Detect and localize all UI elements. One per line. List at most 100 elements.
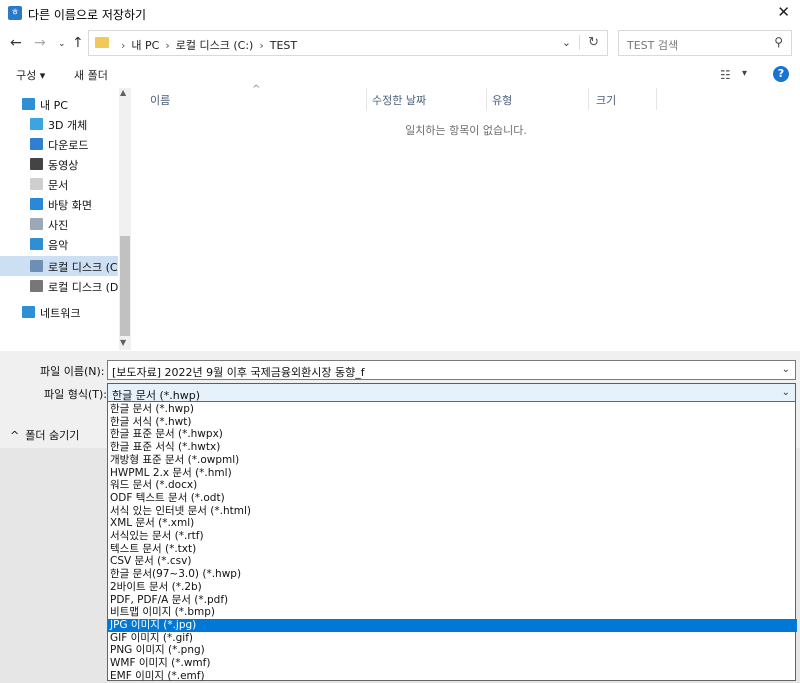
sidebar-item[interactable]: 문서 [0, 174, 118, 194]
sort-ascending-icon: ^ [252, 84, 261, 95]
filetype-option[interactable]: 2바이트 문서 (*.2b) [108, 581, 797, 594]
folder-icon [95, 37, 109, 48]
filetype-option[interactable]: HWPML 2.x 문서 (*.hml) [108, 467, 797, 480]
hwp-app-icon: ㅎ [8, 6, 22, 20]
organize-button[interactable]: 구성 ▾ [16, 67, 45, 83]
column-header-date[interactable]: 수정한 날짜 [372, 92, 426, 108]
hide-folders-button[interactable]: ^ 폴더 숨기기 [10, 427, 79, 443]
search-input[interactable]: TEST 검색 [627, 37, 678, 53]
filetype-select[interactable]: 한글 문서 (*.hwp) ⌄ [107, 383, 796, 403]
recent-locations-chevron-icon[interactable]: ⌄ [58, 39, 66, 49]
filetype-option[interactable]: 한글 표준 서식 (*.hwtx) [108, 441, 797, 454]
sidebar-item[interactable]: 로컬 디스크 (C:) [0, 256, 118, 276]
filetype-option[interactable]: 텍스트 문서 (*.txt) [108, 543, 797, 556]
filetype-option[interactable]: PDF, PDF/A 문서 (*.pdf) [108, 594, 797, 607]
filetype-option[interactable]: 워드 문서 (*.docx) [108, 479, 797, 492]
filetype-option[interactable]: EMF 이미지 (*.emf) [108, 670, 797, 683]
column-header-type[interactable]: 유형 [492, 92, 512, 108]
scrollbar-thumb[interactable] [120, 236, 130, 336]
title-bar: ㅎ 다른 이름으로 저장하기 ✕ [0, 0, 800, 26]
filename-field[interactable]: [보도자료] 2022년 9월 이후 국제금융외환시장 동향_f ⌄ [107, 360, 796, 380]
column-divider[interactable] [588, 88, 589, 110]
sidebar-item[interactable]: 로컬 디스크 (D:) [0, 276, 118, 296]
window-title: 다른 이름으로 저장하기 [28, 8, 147, 22]
filetype-dropdown-list: 한글 문서 (*.hwp) 한글 서식 (*.hwt) 한글 표준 문서 (*.hw… [107, 401, 797, 683]
sidebar-item-label: 바탕 화면 [48, 199, 92, 212]
sidebar-item-label: 로컬 디스크 (D:) [48, 281, 118, 294]
help-icon[interactable]: ? [773, 66, 789, 82]
breadcrumb-separator: › [259, 39, 264, 52]
breadcrumb-item-drive-c[interactable]: 로컬 디스크 (C:) [176, 39, 254, 52]
filetype-option[interactable]: 한글 문서(97~3.0) (*.hwp) [108, 568, 797, 581]
sidebar-item[interactable]: 내 PC [0, 94, 118, 114]
filetype-option[interactable]: 비트맵 이미지 (*.bmp) [108, 606, 797, 619]
view-dropdown-icon[interactable]: ▾ [742, 68, 747, 79]
document-icon [30, 178, 43, 190]
back-arrow-icon[interactable]: ← [10, 35, 22, 51]
sidebar-item[interactable]: 다운로드 [0, 134, 118, 154]
chevron-down-icon[interactable]: ⌄ [782, 364, 790, 375]
filetype-label: 파일 형식(T): [44, 388, 107, 401]
music-icon [30, 238, 43, 250]
filetype-option[interactable]: 서식 있는 인터넷 문서 (*.html) [108, 505, 797, 518]
filetype-option[interactable]: 서식있는 문서 (*.rtf) [108, 530, 797, 543]
column-header-name[interactable]: 이름 [150, 92, 170, 108]
search-icon[interactable]: ⚲ [774, 35, 783, 49]
forward-arrow-icon[interactable]: → [34, 35, 46, 51]
navigation-pane: 내 PC 3D 개체다운로드 동영상 문서바탕 화면사진음악로컬 디스크 (C:) 로컬… [0, 88, 118, 350]
filetype-option[interactable]: ODF 텍스트 문서 (*.odt) [108, 492, 797, 505]
view-options-icon[interactable]: ☷ [720, 68, 731, 82]
address-bar[interactable]: › 내 PC › 로컬 디스크 (C:) › TEST ⌄ ↻ [88, 30, 608, 56]
filetype-option[interactable]: WMF 이미지 (*.wmf) [108, 657, 797, 670]
network-icon [22, 306, 35, 318]
refresh-icon[interactable]: ↻ [579, 35, 599, 50]
up-arrow-icon[interactable]: ↑ [72, 35, 84, 51]
filetype-option[interactable]: CSV 문서 (*.csv) [108, 555, 797, 568]
empty-message: 일치하는 항목이 없습니다. [405, 124, 527, 137]
column-divider[interactable] [656, 88, 657, 110]
sidebar-item[interactable]: 동영상 [0, 154, 118, 174]
navigation-scrollbar[interactable]: ▲ ▼ [119, 88, 131, 350]
filename-value: [보도자료] 2022년 9월 이후 국제금융외환시장 동향_f [112, 366, 365, 379]
picture-icon [30, 218, 43, 230]
sidebar-item-label: 로컬 디스크 (C:) [48, 261, 118, 274]
breadcrumb: › 내 PC › 로컬 디스크 (C:) › TEST [115, 37, 297, 53]
sidebar-item[interactable]: 네트워크 [0, 302, 118, 322]
sidebar-item-label: 사진 [48, 219, 69, 232]
sidebar-item-label: 3D 개체 [48, 119, 88, 132]
breadcrumb-item-pc[interactable]: 내 PC [131, 39, 159, 52]
sidebar-item[interactable]: 바탕 화면 [0, 194, 118, 214]
scroll-up-icon[interactable]: ▲ [120, 88, 126, 97]
filetype-option[interactable]: GIF 이미지 (*.gif) [108, 632, 797, 645]
chevron-down-icon[interactable]: ⌄ [782, 387, 790, 398]
filetype-option[interactable]: 한글 표준 문서 (*.hwpx) [108, 428, 797, 441]
filetype-option[interactable]: PNG 이미지 (*.png) [108, 644, 797, 657]
column-divider[interactable] [486, 88, 487, 110]
breadcrumb-item-test[interactable]: TEST [270, 39, 297, 52]
filetype-option[interactable]: XML 문서 (*.xml) [108, 517, 797, 530]
pc-icon [22, 98, 35, 110]
sidebar-item-label: 네트워크 [40, 307, 81, 320]
new-folder-button[interactable]: 새 폴더 [74, 67, 108, 83]
filetype-option[interactable]: 개방형 표준 문서 (*.owpml) [108, 454, 797, 467]
search-box[interactable]: TEST 검색 ⚲ [618, 30, 792, 56]
close-icon[interactable]: ✕ [777, 3, 790, 21]
column-divider[interactable] [366, 88, 367, 110]
sidebar-item[interactable]: 사진 [0, 214, 118, 234]
address-dropdown-icon[interactable]: ⌄ [562, 36, 571, 49]
filetype-option[interactable]: JPG 이미지 (*.jpg) [108, 618, 797, 632]
desktop-icon [30, 198, 43, 210]
drive-c-icon [30, 260, 43, 272]
filetype-option[interactable]: 한글 서식 (*.hwt) [108, 416, 797, 429]
breadcrumb-separator: › [121, 39, 126, 52]
3d-objects-icon [30, 118, 43, 130]
video-icon [30, 158, 43, 170]
sidebar-item-label: 음악 [48, 239, 69, 252]
filetype-option[interactable]: 한글 문서 (*.hwp) [108, 403, 797, 416]
breadcrumb-separator: › [165, 39, 170, 52]
sidebar-item[interactable]: 음악 [0, 234, 118, 254]
column-header-size[interactable]: 크기 [596, 92, 616, 108]
command-bar: 구성 ▾ 새 폴더 ☷ ▾ [0, 62, 800, 86]
sidebar-item[interactable]: 3D 개체 [0, 114, 118, 134]
scroll-down-icon[interactable]: ▼ [120, 338, 126, 347]
